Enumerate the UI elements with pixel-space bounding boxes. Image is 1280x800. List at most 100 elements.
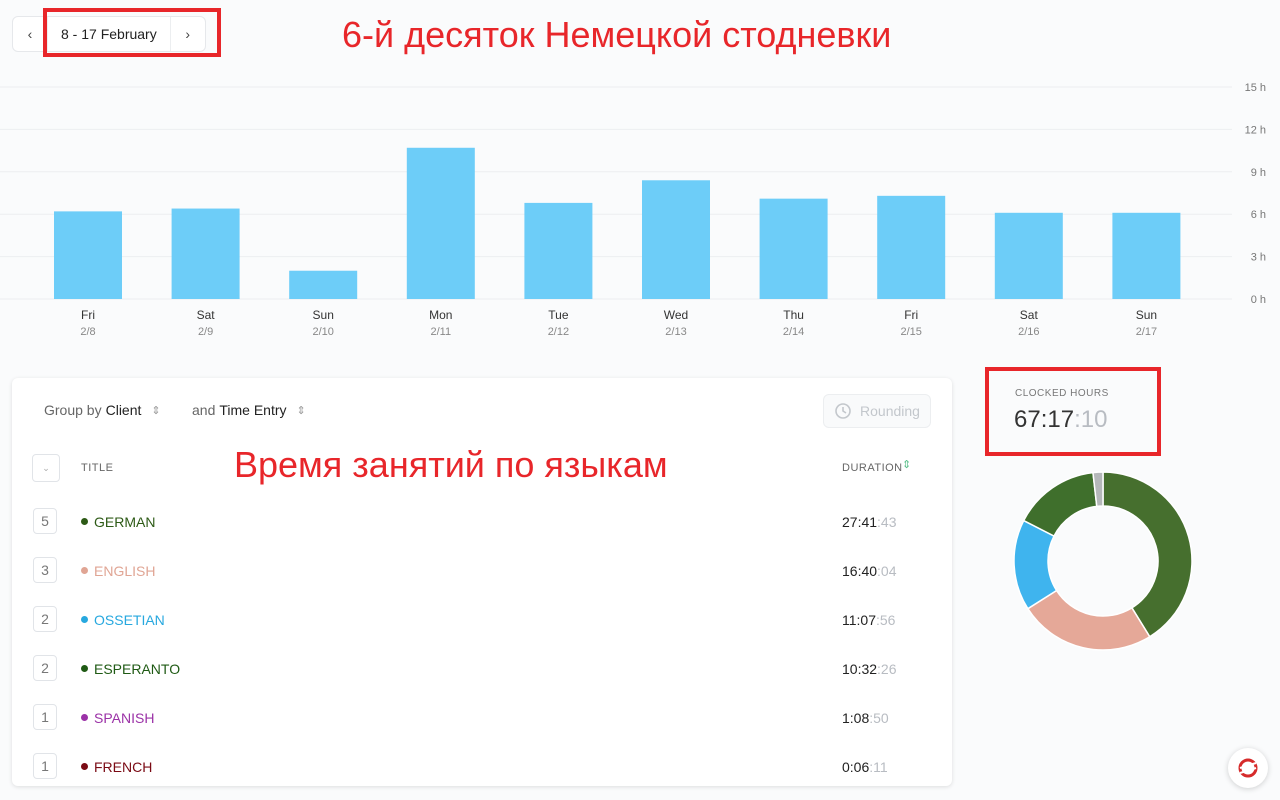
table-row[interactable]: 1 FRENCH 0:06:11 bbox=[12, 749, 952, 798]
table-row[interactable]: 2 ESPERANTO 10:32:26 bbox=[12, 651, 952, 700]
duration-seconds: :56 bbox=[876, 612, 896, 628]
entry-count-badge[interactable]: 1 bbox=[33, 704, 57, 730]
x-day-label: Fri bbox=[904, 308, 918, 322]
rounding-button[interactable]: Rounding bbox=[823, 394, 931, 428]
bar-2/9[interactable] bbox=[171, 208, 240, 299]
bar-2/12[interactable] bbox=[524, 202, 593, 299]
y-tick-label: 9 h bbox=[1251, 167, 1266, 179]
entry-count-badge[interactable]: 2 bbox=[33, 655, 57, 681]
bar-2/13[interactable] bbox=[642, 180, 710, 299]
x-day-label: Tue bbox=[548, 308, 569, 322]
next-week-button[interactable]: › bbox=[171, 17, 205, 51]
x-date-label: 2/17 bbox=[1136, 326, 1157, 338]
duration-main: 11:07 bbox=[842, 612, 876, 628]
bar-2/11[interactable] bbox=[406, 147, 475, 299]
rounding-clock-icon bbox=[835, 403, 851, 419]
duration-seconds: :11 bbox=[869, 759, 888, 775]
sub-group-label: and bbox=[192, 402, 216, 418]
language-name: FRENCH bbox=[94, 759, 153, 775]
duration-seconds: :26 bbox=[877, 661, 897, 677]
sub-group-selector[interactable]: and Time Entry ⇕ bbox=[192, 402, 306, 418]
language-color-dot bbox=[81, 665, 88, 672]
sort-duration-icon[interactable]: ⇕ bbox=[902, 458, 911, 471]
language-name: ENGLISH bbox=[94, 563, 156, 579]
table-row[interactable]: 3 ENGLISH 16:40:04 bbox=[12, 553, 952, 602]
bar-2/17[interactable] bbox=[1112, 212, 1181, 299]
donut-slice-german[interactable] bbox=[1102, 471, 1193, 638]
duration-value: 11:07:56 bbox=[842, 612, 895, 628]
language-name: ESPERANTO bbox=[94, 661, 181, 677]
duration-main: 16:40 bbox=[842, 563, 878, 579]
donut-slice-esperanto[interactable] bbox=[1022, 471, 1098, 538]
date-range-nav: ‹ 8 - 17 February › bbox=[12, 16, 206, 52]
annotation-table-note: Время занятий по языкам bbox=[234, 444, 668, 485]
bar-2/8[interactable] bbox=[54, 211, 122, 299]
bar-2/14[interactable] bbox=[759, 198, 828, 299]
language-name: OSSETIAN bbox=[94, 612, 165, 628]
x-day-label: Sat bbox=[1020, 308, 1039, 322]
x-day-label: Fri bbox=[81, 308, 95, 322]
rounding-label: Rounding bbox=[860, 403, 920, 419]
donut-slice-english[interactable] bbox=[1026, 589, 1151, 651]
x-day-label: Sat bbox=[197, 308, 216, 322]
entry-count-badge[interactable]: 5 bbox=[33, 508, 57, 534]
duration-main: 10:32 bbox=[842, 661, 878, 677]
prev-week-button[interactable]: ‹ bbox=[13, 17, 47, 51]
language-color-dot bbox=[81, 763, 88, 770]
column-header-duration[interactable]: DURATION bbox=[842, 462, 903, 474]
language-color-dot bbox=[81, 616, 88, 623]
table-row[interactable]: 2 OSSETIAN 11:07:56 bbox=[12, 602, 952, 651]
duration-value: 10:32:26 bbox=[842, 661, 897, 677]
duration-main: 27:41 bbox=[842, 514, 878, 530]
select-all-toggle[interactable]: ⌄ bbox=[32, 454, 60, 482]
bar-2/16[interactable] bbox=[994, 212, 1063, 299]
group-by-value: Client bbox=[105, 402, 142, 418]
y-tick-label: 12 h bbox=[1245, 124, 1266, 136]
clocked-hours-label: CLOCKED HOURS bbox=[1015, 388, 1109, 399]
duration-value: 0:06:11 bbox=[842, 759, 888, 775]
clocked-hours-main: 67:17 bbox=[1014, 406, 1075, 433]
help-button[interactable] bbox=[1228, 748, 1268, 788]
group-by-selector[interactable]: Group by Client ⇕ bbox=[44, 402, 161, 418]
x-date-label: 2/10 bbox=[312, 326, 333, 338]
language-name: SPANISH bbox=[94, 710, 155, 726]
x-day-label: Sun bbox=[313, 308, 334, 322]
clocked-hours-seconds: :10 bbox=[1074, 406, 1108, 433]
x-date-label: 2/16 bbox=[1018, 326, 1039, 338]
bar-2/15[interactable] bbox=[877, 195, 946, 299]
duration-main: 1:08 bbox=[842, 710, 870, 726]
duration-seconds: :50 bbox=[869, 710, 889, 726]
date-range-label[interactable]: 8 - 17 February bbox=[47, 17, 171, 51]
duration-value: 16:40:04 bbox=[842, 563, 897, 579]
entry-count-badge[interactable]: 3 bbox=[33, 557, 57, 583]
language-color-dot bbox=[81, 518, 88, 525]
y-tick-label: 0 h bbox=[1251, 294, 1266, 306]
table-row[interactable]: 5 GERMAN 27:41:43 bbox=[12, 504, 952, 553]
sort-toggle-icon: ⇕ bbox=[296, 404, 306, 417]
entry-count-badge[interactable]: 1 bbox=[33, 753, 57, 779]
column-header-title: TITLE bbox=[81, 462, 114, 474]
x-date-label: 2/14 bbox=[783, 326, 804, 338]
x-date-label: 2/8 bbox=[80, 326, 95, 338]
language-name: GERMAN bbox=[94, 514, 156, 530]
y-tick-label: 6 h bbox=[1251, 209, 1266, 221]
x-day-label: Thu bbox=[783, 308, 804, 322]
sort-toggle-icon: ⇕ bbox=[151, 404, 161, 417]
bar-2/10[interactable] bbox=[289, 270, 358, 299]
lifebuoy-icon bbox=[1238, 758, 1258, 778]
y-tick-label: 3 h bbox=[1251, 252, 1266, 264]
language-color-dot bbox=[81, 567, 88, 574]
table-row[interactable]: 1 SPANISH 1:08:50 bbox=[12, 700, 952, 749]
x-day-label: Mon bbox=[429, 308, 452, 322]
duration-seconds: :43 bbox=[877, 514, 897, 530]
group-by-label: Group by bbox=[44, 402, 102, 418]
x-day-label: Wed bbox=[664, 308, 688, 322]
annotation-title: 6-й десяток Немецкой стодневки bbox=[342, 14, 892, 55]
entry-count-badge[interactable]: 2 bbox=[33, 606, 57, 632]
time-entries-card: Group by Client ⇕ and Time Entry ⇕ Round… bbox=[12, 378, 952, 786]
sub-group-value: Time Entry bbox=[219, 402, 287, 418]
x-day-label: Sun bbox=[1136, 308, 1157, 322]
daily-hours-chart: 0 h 3 h 6 h 9 h 12 h 15 h Fri 2/8 Sat 2/9 Sun 2/10 M… bbox=[0, 82, 1266, 338]
x-date-label: 2/11 bbox=[431, 326, 452, 338]
chevron-left-icon: ‹ bbox=[27, 26, 33, 42]
